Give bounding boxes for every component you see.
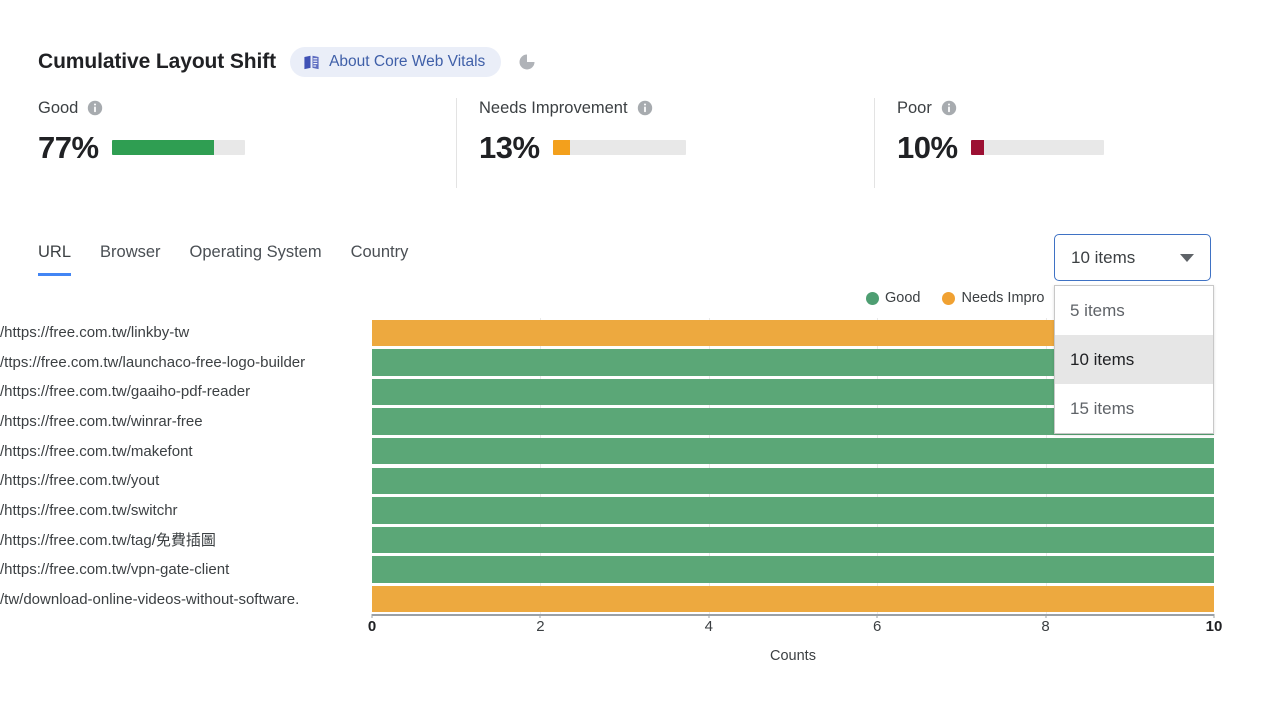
bar-row <box>372 525 1214 555</box>
y-axis-label: ttps://free.com.tw/launchaco-free-logo-b… <box>0 353 306 371</box>
y-axis-label: https://free.com.tw/yout/ <box>0 472 160 490</box>
metric-progress-bar <box>111 140 245 155</box>
y-axis-label: https://free.com.tw/gaaiho-pdf-reader/ <box>0 383 251 401</box>
metric-progress-fill <box>111 140 214 155</box>
legend-color-dot <box>866 291 879 305</box>
tab-url[interactable]: URL <box>38 243 72 276</box>
x-tick-label: 4 <box>704 618 713 635</box>
dimension-tabs: URL Browser Operating System Country <box>38 243 409 276</box>
tab-operating-system[interactable]: Operating System <box>190 243 322 273</box>
bar-row <box>372 584 1214 614</box>
legend-color-dot <box>942 291 956 305</box>
legend-item-good[interactable]: Good <box>866 290 920 306</box>
bar[interactable] <box>372 556 1214 583</box>
x-tick-label: 2 <box>536 618 545 635</box>
metric-progress-bar <box>970 140 1104 155</box>
metric-body: 10% <box>897 132 1224 163</box>
title-row: Cumulative Layout Shift About Core Web V… <box>38 44 536 80</box>
metric-value: 10% <box>897 130 958 165</box>
metric-value: 13% <box>479 130 540 165</box>
y-axis-labels: https://free.com.tw/linkby-tw/ttps://fre… <box>0 318 368 614</box>
metric-body: 77% <box>38 132 432 163</box>
bar[interactable] <box>372 437 1214 465</box>
info-icon[interactable] <box>87 100 103 116</box>
metric-label: Needs Improvement <box>479 98 628 117</box>
items-per-page-select[interactable]: 10 items <box>1054 234 1211 281</box>
legend-item-needs-improvement[interactable]: Needs Impro <box>942 290 1045 306</box>
y-axis-label: https://free.com.tw/winrar-free/ <box>0 413 203 431</box>
metric-progress-fill <box>552 140 570 155</box>
about-core-web-vitals-label: About Core Web Vitals <box>329 53 486 70</box>
items-per-page-value: 10 items <box>1071 247 1136 267</box>
y-axis-label: https://free.com.tw/switchr/ <box>0 501 178 519</box>
x-tick-label: 0 <box>367 618 377 635</box>
metric-progress-fill <box>970 140 984 155</box>
x-axis-line <box>372 614 1214 616</box>
core-web-vitals-metrics: Good 77% Needs Improvement 13% Poor 10% <box>38 98 1248 188</box>
metric-needs-improvement: Needs Improvement 13% <box>457 98 875 188</box>
chart-legend: Good Needs Impro <box>866 290 1045 306</box>
metric-label: Poor <box>897 98 932 117</box>
legend-label: Good <box>885 290 921 306</box>
cumulative-layout-shift-report: Cumulative Layout Shift About Core Web V… <box>0 0 1280 706</box>
items-option-10[interactable]: 10 items <box>1055 335 1213 384</box>
x-tick-label: 6 <box>873 618 882 635</box>
items-per-page-menu: 5 items 10 items 15 items <box>1054 285 1214 434</box>
about-core-web-vitals-link[interactable]: About Core Web Vitals <box>290 47 502 77</box>
bar[interactable] <box>372 526 1214 554</box>
bar[interactable] <box>372 467 1214 494</box>
info-icon[interactable] <box>637 100 653 116</box>
metric-good: Good 77% <box>38 98 457 188</box>
y-axis-label: https://free.com.tw/tag/免費插圖/ <box>0 532 216 550</box>
page-title: Cumulative Layout Shift <box>38 50 277 73</box>
bar-row <box>372 436 1214 466</box>
bar[interactable] <box>372 585 1214 613</box>
x-axis-title: Counts <box>770 648 816 664</box>
tab-country[interactable]: Country <box>351 243 409 273</box>
items-option-5[interactable]: 5 items <box>1055 286 1213 335</box>
metric-progress-bar <box>552 140 686 155</box>
bar[interactable] <box>372 497 1214 524</box>
metric-head: Good <box>38 98 432 118</box>
info-icon[interactable] <box>941 100 957 116</box>
book-icon <box>303 54 320 71</box>
metric-head: Poor <box>897 98 1224 118</box>
x-tick-label: 10 <box>1205 618 1223 635</box>
metric-value: 77% <box>38 130 99 165</box>
x-axis-ticks: 0 2 4 6 8 10 <box>0 614 1280 644</box>
x-tick-label: 8 <box>1041 618 1050 635</box>
tab-browser[interactable]: Browser <box>100 243 161 273</box>
bar-row <box>372 496 1214 526</box>
y-axis-label: https://free.com.tw/vpn-gate-client/ <box>0 561 230 579</box>
bar-row <box>372 555 1214 585</box>
pie-chart-icon <box>515 53 536 71</box>
bar-row <box>372 466 1214 496</box>
metric-label: Good <box>38 98 79 117</box>
metric-head: Needs Improvement <box>479 98 850 118</box>
chevron-down-icon <box>1180 253 1194 262</box>
items-option-15[interactable]: 15 items <box>1055 384 1213 433</box>
metric-body: 13% <box>479 132 850 163</box>
legend-label: Needs Impro <box>961 290 1045 306</box>
y-axis-label: .tw/download-online-videos-without-softw… <box>0 590 300 608</box>
y-axis-label: https://free.com.tw/makefont/ <box>0 442 193 460</box>
metric-poor: Poor 10% <box>875 98 1248 188</box>
y-axis-label: https://free.com.tw/linkby-tw/ <box>0 324 190 342</box>
